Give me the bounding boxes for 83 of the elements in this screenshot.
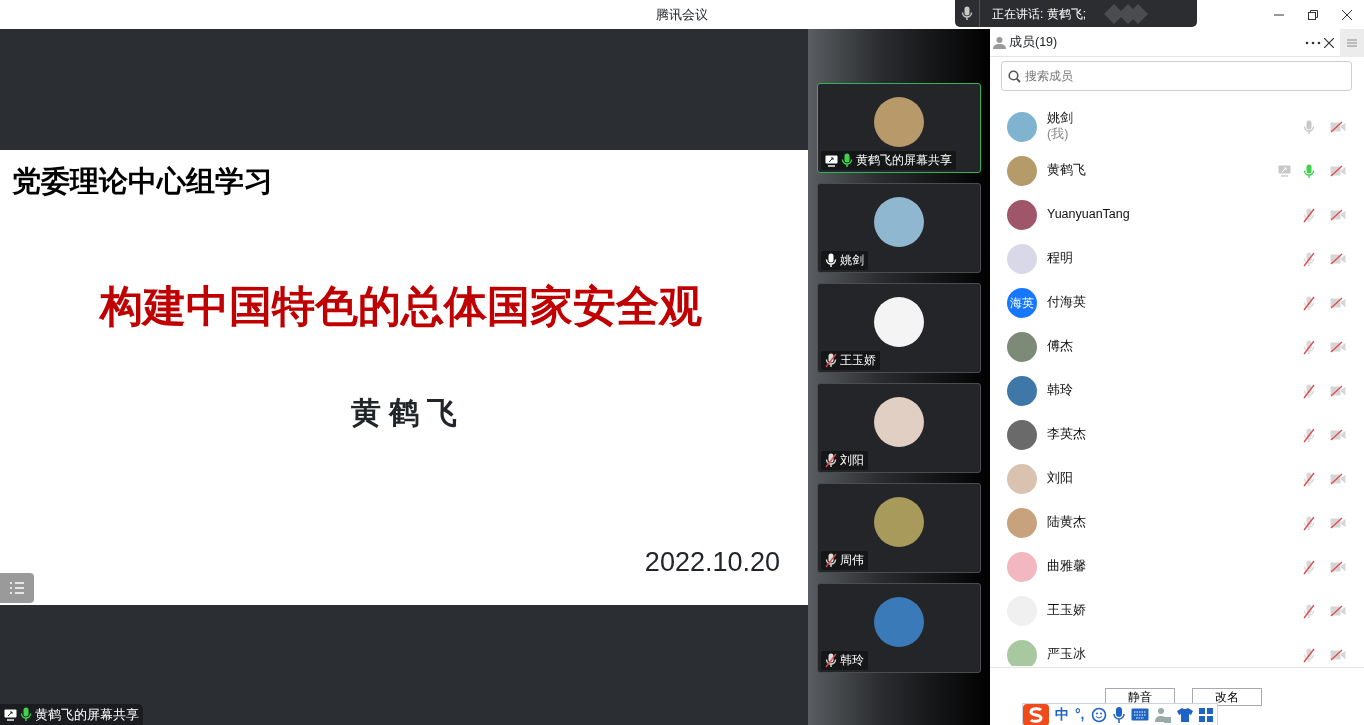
presenter-name: 黄 鹤 飞 <box>349 395 459 431</box>
search-icon <box>1008 70 1021 83</box>
avatar-photo <box>874 297 924 347</box>
avatar-photo <box>1007 112 1037 142</box>
restore-icon <box>1308 9 1318 20</box>
member-row[interactable]: 王玉娇 <box>990 589 1364 633</box>
ime-mode[interactable]: 中 <box>1055 704 1069 725</box>
member-row[interactable]: 黄鹤飞 <box>990 149 1364 193</box>
members-title: 成员(19) <box>1009 34 1058 52</box>
grid-icon[interactable] <box>1198 707 1213 722</box>
video-tile[interactable]: 姚剑 <box>817 183 981 273</box>
participant-name: 姚剑 <box>840 252 864 268</box>
avatar-photo <box>874 597 924 647</box>
avatar-photo <box>1007 332 1037 362</box>
shirt-icon[interactable] <box>1176 707 1193 722</box>
avatar-initials: 海英 <box>1007 288 1037 318</box>
participant-name: 黄鹤飞的屏幕共享 <box>856 152 952 168</box>
video-tile[interactable]: 韩玲 <box>817 583 981 673</box>
member-row[interactable]: 李英杰 <box>990 413 1364 457</box>
member-name: 程明 <box>1047 251 1074 267</box>
member-row[interactable]: 刘阳 <box>990 457 1364 501</box>
member-name: 陆黄杰 <box>1047 515 1087 531</box>
member-name: 黄鹤飞 <box>1047 163 1087 179</box>
footer-button[interactable]: 改名 <box>1192 688 1262 706</box>
video-tile[interactable]: 王玉娇 <box>817 283 981 373</box>
mic-icon[interactable] <box>1112 706 1125 723</box>
member-name: 李英杰 <box>1047 427 1087 443</box>
member-row[interactable]: 程明 <box>990 237 1364 281</box>
member-name: 曲雅馨 <box>1047 559 1087 575</box>
member-name: 傅杰 <box>1047 339 1074 355</box>
slide-heading: 构建中国特色的总体国家安全观 <box>98 280 703 332</box>
participant-name: 周伟 <box>840 552 864 568</box>
avatar-photo <box>874 397 924 447</box>
avatar-photo <box>1007 420 1037 450</box>
member-note: (我) <box>1047 127 1070 143</box>
list-icon <box>9 581 25 595</box>
person-icon <box>993 36 1006 49</box>
member-row[interactable]: 曲雅馨 <box>990 545 1364 589</box>
member-row[interactable]: 韩玲 <box>990 369 1364 413</box>
ime-punctuation[interactable]: °, <box>1075 704 1085 725</box>
avatar-photo <box>874 497 924 547</box>
member-name: 韩玲 <box>1047 383 1074 399</box>
mic-icon <box>961 6 973 21</box>
logo-icon <box>1104 3 1148 24</box>
video-tile[interactable]: 黄鹤飞的屏幕共享 <box>817 83 981 173</box>
member-row[interactable]: YuanyuanTang <box>990 193 1364 237</box>
avatar-photo <box>1007 640 1037 666</box>
video-tile[interactable]: 刘阳 <box>817 383 981 473</box>
avatar-photo <box>1007 552 1037 582</box>
video-tile[interactable]: 周伟 <box>817 483 981 573</box>
member-row[interactable]: 海英 付海英 <box>990 281 1364 325</box>
participant-name: 王玉娇 <box>840 352 876 368</box>
avatar-photo <box>874 197 924 247</box>
member-name: 刘阳 <box>1047 471 1074 487</box>
slide-date: 2022.10.20 <box>644 546 780 579</box>
slide-title: 党委理论中心组学习 <box>11 164 274 199</box>
keyboard-icon[interactable] <box>1130 708 1149 721</box>
member-row[interactable]: 陆黄杰 <box>990 501 1364 545</box>
avatar-photo <box>1007 464 1037 494</box>
share-label-text: 黄鹤飞的屏幕共享 <box>35 705 139 724</box>
more-icon <box>1305 41 1321 46</box>
close-icon <box>1324 38 1334 49</box>
member-name: 姚剑 <box>1047 111 1074 127</box>
menu-icon <box>1347 38 1357 47</box>
participant-name: 韩玲 <box>840 652 864 668</box>
avatar-photo <box>1007 376 1037 406</box>
member-name: 严玉冰 <box>1047 647 1087 663</box>
member-row[interactable]: 傅杰 <box>990 325 1364 369</box>
participant-name: 刘阳 <box>840 452 864 468</box>
member-name: YuanyuanTang <box>1047 207 1131 223</box>
search-field[interactable]: 搜索成员 <box>1001 61 1352 91</box>
avatar-photo <box>874 97 924 147</box>
member-row[interactable]: 姚剑 (我) <box>990 105 1364 149</box>
avatar-photo <box>1007 156 1037 186</box>
avatar-photo <box>1007 508 1037 538</box>
close-icon <box>1342 9 1352 20</box>
avatar-photo <box>1007 244 1037 274</box>
member-name: 王玉娇 <box>1047 603 1087 619</box>
member-name: 付海英 <box>1047 295 1087 311</box>
speaking-text: 正在讲话: 黄鹤飞; <box>992 5 1086 23</box>
smiley-icon[interactable] <box>1090 706 1107 723</box>
avatar-photo <box>1007 200 1037 230</box>
window-title: 腾讯会议 <box>656 5 708 24</box>
